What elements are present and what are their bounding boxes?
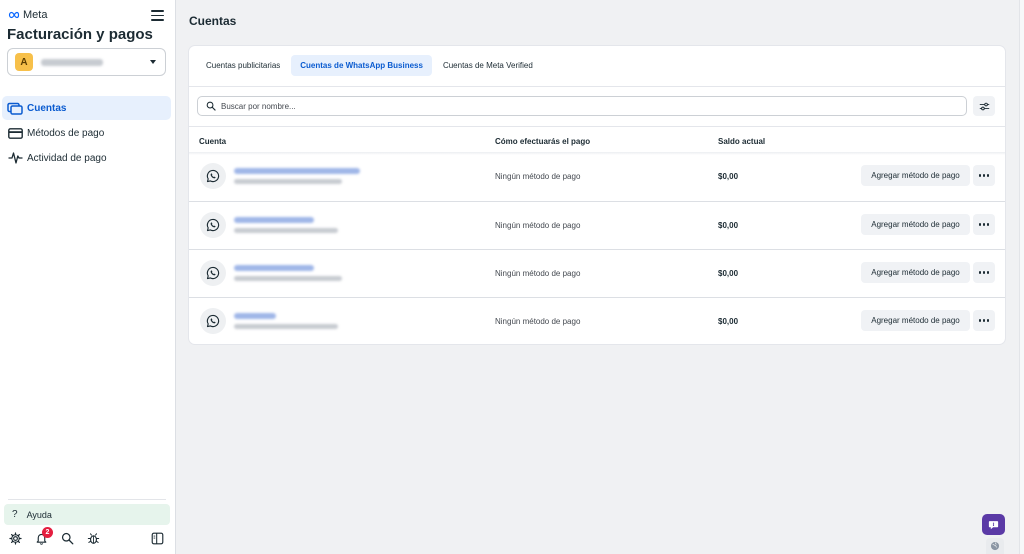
more-options-button[interactable] <box>973 262 995 283</box>
account-name-redacted[interactable] <box>234 168 360 174</box>
balance-value: $0,00 <box>718 269 739 278</box>
column-header-account: Cuenta <box>199 137 227 146</box>
sidebar-item-payment-activity[interactable]: Actividad de pago <box>2 146 171 170</box>
payment-method-text: Ningún método de pago <box>495 317 581 326</box>
question-mark-icon: ? <box>12 509 18 520</box>
accounts-icon <box>7 101 23 115</box>
account-id-redacted <box>234 324 338 329</box>
table-row[interactable]: Ningún método de pago $0,00 Agregar méto… <box>189 201 1005 249</box>
ellipsis-icon <box>979 319 989 322</box>
column-header-balance: Saldo actual <box>718 137 766 146</box>
help-label: Ayuda <box>26 509 52 520</box>
account-name-redacted[interactable] <box>234 265 314 271</box>
credit-card-icon <box>7 126 23 140</box>
sidebar-item-accounts[interactable]: Cuentas <box>2 96 171 120</box>
whatsapp-icon <box>200 260 226 286</box>
search-icon <box>206 101 216 111</box>
account-id-redacted <box>234 276 342 281</box>
ellipsis-icon <box>979 174 989 177</box>
payment-method-text: Ningún método de pago <box>495 172 581 181</box>
account-name-redacted[interactable] <box>234 313 276 319</box>
account-type-tabs: Cuentas publicitarias Cuentas de WhatsAp… <box>197 55 542 76</box>
sidebar-item-label: Métodos de pago <box>27 127 105 139</box>
sidebar-item-label: Cuentas <box>27 102 67 114</box>
sidebar-nav: Cuentas Métodos de pago Actividad de pag… <box>0 96 176 171</box>
more-options-button[interactable] <box>973 214 995 235</box>
sidebar: Meta Facturación y pagos A Cuentas Métod… <box>0 0 176 554</box>
filter-button[interactable] <box>973 96 995 116</box>
settings-gear-icon[interactable] <box>7 530 23 546</box>
meta-infinity-icon <box>8 11 20 19</box>
column-header-payment-method: Cómo efectuarás el pago <box>495 137 591 146</box>
whatsapp-icon <box>200 212 226 238</box>
whatsapp-icon <box>200 308 226 334</box>
account-name-redacted[interactable] <box>234 217 314 223</box>
account-name-redacted <box>41 58 103 66</box>
add-payment-method-button[interactable]: Agregar método de pago <box>861 310 970 331</box>
payment-method-text: Ningún método de pago <box>495 221 581 230</box>
menu-icon[interactable] <box>151 9 164 22</box>
divider <box>8 499 166 500</box>
business-account-selector[interactable]: A <box>7 48 166 76</box>
meta-logo[interactable]: Meta <box>8 9 47 21</box>
account-avatar: A <box>15 53 33 71</box>
add-payment-method-button[interactable]: Agregar método de pago <box>861 262 970 283</box>
bug-report-icon[interactable] <box>85 530 101 546</box>
table-row[interactable]: Ningún método de pago $0,00 Agregar méto… <box>189 249 1005 297</box>
toggle-panel-icon[interactable] <box>149 530 165 546</box>
ellipsis-icon <box>979 223 989 226</box>
ellipsis-icon <box>979 271 989 274</box>
tab-meta-verified-accounts[interactable]: Cuentas de Meta Verified <box>434 55 542 76</box>
balance-value: $0,00 <box>718 317 739 326</box>
chat-bubble-icon <box>988 520 999 529</box>
notifications-bell-icon[interactable]: 2 <box>33 527 53 546</box>
divider <box>189 86 1005 87</box>
whatsapp-icon <box>200 163 226 189</box>
notification-badge: 2 <box>42 527 53 538</box>
add-payment-method-button[interactable]: Agregar método de pago <box>861 165 970 186</box>
globe-icon <box>990 541 1000 551</box>
sidebar-item-payment-methods[interactable]: Métodos de pago <box>2 121 171 145</box>
balance-value: $0,00 <box>718 221 739 230</box>
window-edge <box>1019 0 1024 554</box>
sidebar-footer-toolbar: 2 <box>0 527 176 548</box>
more-options-button[interactable] <box>973 310 995 331</box>
help-button[interactable]: ? Ayuda <box>4 504 170 525</box>
balance-value: $0,00 <box>718 172 739 181</box>
tab-ad-accounts[interactable]: Cuentas publicitarias <box>197 55 289 76</box>
filter-sliders-icon <box>979 102 989 110</box>
brand-name: Meta <box>23 9 48 21</box>
page-title: Cuentas <box>189 14 237 28</box>
search-input[interactable] <box>221 101 941 111</box>
chevron-down-icon <box>150 60 156 64</box>
add-payment-method-button[interactable]: Agregar método de pago <box>861 214 970 235</box>
table-row[interactable]: Ningún método de pago $0,00 Agregar méto… <box>189 297 1005 344</box>
payment-method-text: Ningún método de pago <box>495 269 581 278</box>
account-id-redacted <box>234 179 342 184</box>
table-row[interactable]: Ningún método de pago $0,00 Agregar méto… <box>189 153 1005 201</box>
tab-whatsapp-business-accounts[interactable]: Cuentas de WhatsApp Business <box>291 55 432 76</box>
activity-icon <box>7 151 23 165</box>
more-options-button[interactable] <box>973 165 995 186</box>
feedback-chat-button[interactable] <box>982 514 1005 535</box>
app-title: Facturación y pagos <box>7 26 153 43</box>
account-id-redacted <box>234 228 338 233</box>
sidebar-item-label: Actividad de pago <box>27 152 107 164</box>
search-box <box>197 96 967 116</box>
language-globe-button[interactable] <box>986 538 1004 554</box>
table-header: Cuenta Cómo efectuarás el pago Saldo act… <box>189 127 1005 153</box>
accounts-card: Cuentas publicitarias Cuentas de WhatsAp… <box>189 46 1005 344</box>
search-icon[interactable] <box>59 530 75 546</box>
